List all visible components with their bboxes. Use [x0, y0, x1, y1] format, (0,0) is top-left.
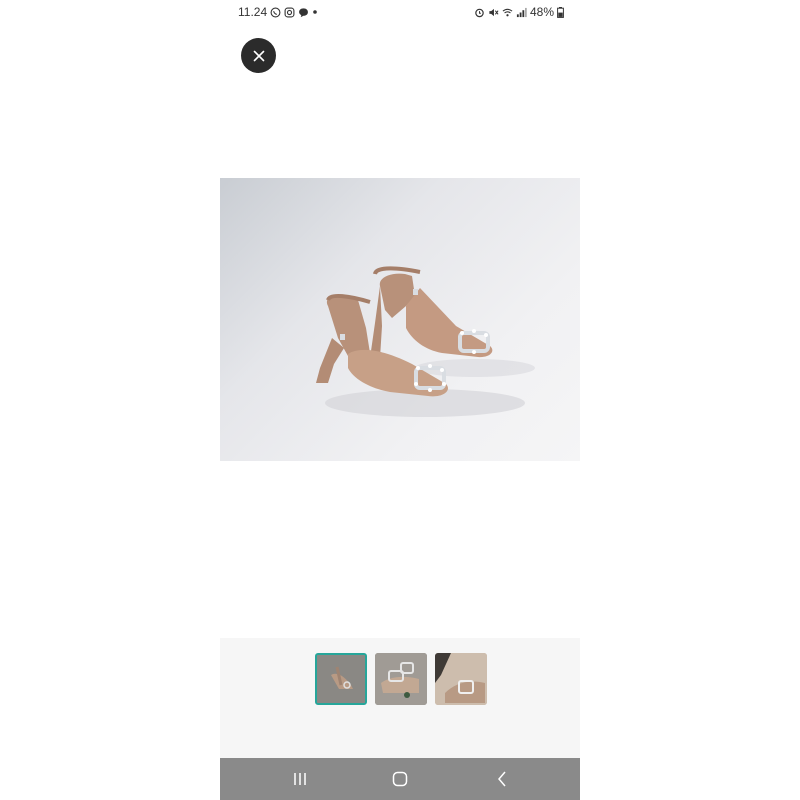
back-icon: [498, 771, 506, 787]
battery-icon: [557, 6, 564, 18]
mute-icon: [489, 8, 499, 16]
thumbnail-3-image: [435, 653, 487, 705]
home-button[interactable]: [389, 768, 411, 790]
thumbnail-strip: [220, 638, 580, 758]
instagram-icon: [284, 7, 295, 17]
recents-icon: [294, 773, 306, 785]
main-product-image[interactable]: [220, 178, 580, 461]
battery-percent: 48%: [529, 5, 554, 19]
shoe-photo: [316, 266, 535, 417]
recents-button[interactable]: [289, 768, 311, 790]
phone-screen: 11.24 48%: [220, 0, 580, 800]
thumbnail-3[interactable]: [435, 653, 487, 705]
close-icon: [253, 50, 264, 61]
home-icon: [392, 771, 408, 787]
status-bar: 11.24 48%: [220, 0, 580, 26]
signal-icon: [516, 7, 527, 17]
thumbnail-2-image: [375, 653, 427, 705]
dot-icon: [313, 10, 317, 14]
thumbnail-2[interactable]: [375, 653, 427, 705]
close-button[interactable]: [241, 38, 276, 73]
alarm-icon: [475, 8, 484, 17]
navigation-bar: [220, 758, 580, 800]
message-icon: [299, 7, 309, 17]
thumbnail-1-image: [317, 655, 365, 703]
thumbnail-1[interactable]: [315, 653, 367, 705]
status-left: 11.24: [238, 5, 318, 19]
status-time: 11.24: [238, 5, 268, 19]
status-right: 48%: [474, 5, 564, 19]
back-button[interactable]: [491, 768, 513, 790]
thumbnail-list: [315, 653, 487, 705]
wifi-icon: [502, 8, 513, 16]
whatsapp-icon: [270, 7, 281, 17]
